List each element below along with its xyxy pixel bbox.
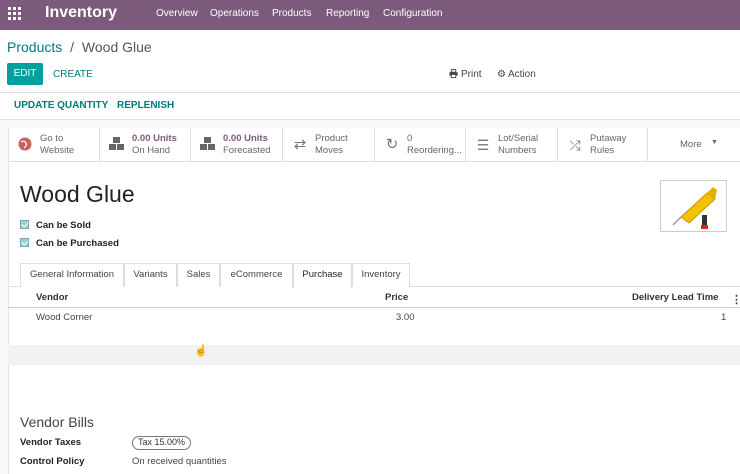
smart-buttons-row: Go to Website 0.00 Units On Hand 0.00 Unit…	[8, 128, 740, 162]
glue-tube-icon	[672, 187, 717, 229]
create-button[interactable]: CREATE	[53, 69, 93, 80]
tab-inventory[interactable]: Inventory	[352, 263, 410, 287]
divider	[0, 92, 740, 93]
tab-purchase[interactable]: Purchase	[293, 263, 352, 288]
smart-button-line2: Forecasted	[223, 145, 271, 156]
smart-button-line2: Rules	[590, 145, 615, 156]
action-button[interactable]: ⚙ Action	[497, 69, 536, 80]
smart-button-line2: Website	[40, 145, 75, 156]
can-be-sold-label: Can be Sold	[36, 220, 91, 231]
printer-icon	[449, 69, 458, 78]
price-cell[interactable]: 3.00	[396, 312, 415, 323]
smart-button-line2: Moves	[315, 145, 343, 156]
action-label: Action	[507, 69, 536, 80]
smart-button-line1: Go to	[40, 133, 64, 144]
control-policy-value[interactable]: On received quantities	[132, 456, 227, 467]
can-be-sold-checkbox[interactable]	[20, 220, 29, 229]
can-be-purchased-row: Can be Purchased	[20, 238, 119, 249]
globe-icon	[17, 137, 33, 153]
breadcrumb: Products / Wood Glue	[7, 39, 152, 55]
forecasted-value: 0.00 Units	[223, 133, 268, 144]
table-header-divider	[8, 307, 740, 308]
form-sheet	[8, 128, 740, 474]
product-image[interactable]	[660, 180, 727, 232]
exchange-icon: ⇄	[293, 136, 307, 153]
cubes-icon	[109, 137, 125, 153]
refresh-icon: ↻	[385, 136, 399, 153]
breadcrumb-separator: /	[70, 39, 75, 55]
replenish-button[interactable]: REPLENISH	[117, 100, 174, 111]
can-be-purchased-label: Can be Purchased	[36, 238, 119, 249]
more-label: More	[680, 139, 702, 150]
smart-button-line1: Putaway	[590, 133, 627, 144]
caret-down-icon: ▼	[711, 139, 718, 146]
list-icon: ☰	[476, 137, 490, 153]
smart-button-product-moves[interactable]: ⇄ Product Moves	[283, 128, 375, 162]
column-header-lead-time[interactable]: Delivery Lead Time	[632, 292, 718, 303]
gear-icon: ⚙	[497, 69, 506, 80]
menu-reporting[interactable]: Reporting	[326, 8, 369, 19]
can-be-purchased-checkbox[interactable]	[20, 238, 29, 247]
menu-overview[interactable]: Overview	[156, 8, 198, 19]
apps-grid-icon[interactable]	[8, 7, 21, 20]
vendor-taxes-label: Vendor Taxes	[20, 437, 82, 448]
more-dropdown[interactable]: More ▼	[648, 128, 740, 162]
column-header-vendor[interactable]: Vendor	[36, 292, 68, 303]
cubes-icon	[200, 137, 216, 153]
vendor-cell[interactable]: Wood Corner	[36, 312, 92, 323]
random-icon: ⤮	[569, 137, 581, 153]
column-options-icon[interactable]: ⋮	[731, 293, 740, 306]
smart-button-reordering[interactable]: ↻ 0 Reordering...	[375, 128, 466, 162]
update-quantity-button[interactable]: UPDATE QUANTITY	[14, 100, 108, 111]
print-button[interactable]: Print	[449, 69, 482, 80]
tab-variants[interactable]: Variants	[124, 263, 177, 287]
smart-button-website[interactable]: Go to Website	[8, 128, 100, 162]
smart-button-line2: Reordering...	[407, 145, 462, 156]
hand-cursor-icon: ☝	[194, 345, 208, 357]
smart-button-line1: Lot/Serial	[498, 133, 539, 144]
top-navbar: Inventory Overview Operations Products R…	[0, 0, 740, 30]
tab-sales[interactable]: Sales	[177, 263, 220, 287]
menu-operations[interactable]: Operations	[210, 8, 259, 19]
table-row-empty[interactable]	[8, 345, 740, 365]
smart-button-on-hand[interactable]: 0.00 Units On Hand	[100, 128, 191, 162]
breadcrumb-products-link[interactable]: Products	[7, 39, 62, 55]
tab-general-information[interactable]: General Information	[20, 263, 124, 287]
column-header-price[interactable]: Price	[385, 292, 408, 303]
smart-button-line1: Product	[315, 133, 348, 144]
lead-time-cell[interactable]: 1	[721, 312, 726, 323]
smart-button-putaway-rules[interactable]: ⤮ Putaway Rules	[558, 128, 648, 162]
smart-button-lot-serial[interactable]: ☰ Lot/Serial Numbers	[466, 128, 558, 162]
smart-button-forecasted[interactable]: 0.00 Units Forecasted	[191, 128, 283, 162]
smart-button-line2: On Hand	[132, 145, 171, 156]
edit-button[interactable]: EDIT	[7, 63, 43, 85]
can-be-sold-row: Can be Sold	[20, 220, 91, 231]
product-name[interactable]: Wood Glue	[20, 181, 135, 208]
vendor-bills-title: Vendor Bills	[20, 414, 94, 430]
on-hand-value: 0.00 Units	[132, 133, 177, 144]
smart-button-line1: 0	[407, 133, 413, 144]
control-policy-label: Control Policy	[20, 456, 85, 467]
menu-configuration[interactable]: Configuration	[383, 8, 442, 19]
smart-button-line2: Numbers	[498, 145, 537, 156]
tax-tag[interactable]: Tax 15.00%	[132, 436, 192, 450]
breadcrumb-current: Wood Glue	[81, 39, 152, 55]
menu-products[interactable]: Products	[272, 8, 311, 19]
tab-ecommerce[interactable]: eCommerce	[220, 263, 293, 287]
app-title[interactable]: Inventory	[45, 4, 117, 22]
print-label: Print	[461, 69, 482, 80]
